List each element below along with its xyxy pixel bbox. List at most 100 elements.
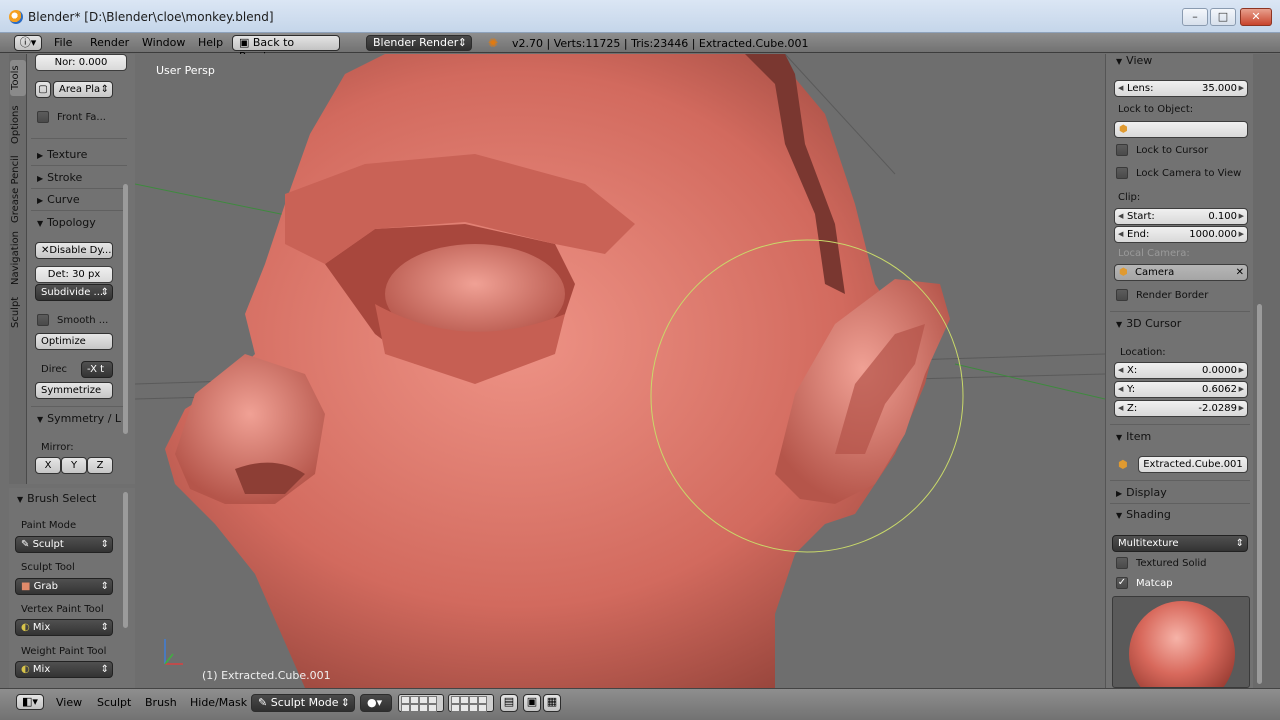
- paint-mode-select[interactable]: ✎ Sculpt ⇕: [15, 536, 113, 553]
- cursor-z-field[interactable]: ◀ Z: -2.0289 ▶: [1114, 400, 1248, 417]
- stroke-panel-header[interactable]: ▶ Stroke: [37, 171, 82, 184]
- texture-panel-header[interactable]: ▶ Texture: [37, 148, 87, 161]
- clip-start-field[interactable]: ◀ Start: 0.100 ▶: [1114, 208, 1248, 225]
- vertex-paint-tool-select[interactable]: ◐ Mix ⇕: [15, 619, 113, 636]
- lock-object-field[interactable]: ⬢: [1114, 121, 1248, 138]
- mirror-z-toggle[interactable]: Z: [87, 457, 113, 474]
- clear-x-icon[interactable]: ✕: [1236, 265, 1244, 280]
- shading-panel-header[interactable]: ▼ Shading: [1116, 508, 1171, 521]
- paint-mode-label: Paint Mode: [21, 520, 77, 531]
- tab-sculpt[interactable]: Sculpt: [10, 292, 26, 332]
- editor-type-button[interactable]: ◧▾: [16, 694, 44, 710]
- optimize-button[interactable]: Optimize: [35, 333, 113, 350]
- collapse-triangle-icon: ▼: [1116, 57, 1123, 66]
- select-arrows-icon: ⇕: [100, 664, 109, 675]
- menu-sculpt[interactable]: Sculpt: [97, 696, 131, 709]
- menu-brush[interactable]: Brush: [145, 696, 177, 709]
- tab-options[interactable]: Options: [10, 100, 26, 150]
- decrement-arrow-icon: ◀: [1118, 366, 1124, 374]
- weight-paint-tool-select[interactable]: ◐ Mix ⇕: [15, 661, 113, 678]
- render-border-checkbox[interactable]: [1116, 289, 1128, 301]
- tab-tools[interactable]: Tools: [10, 60, 26, 96]
- cursor-x-key: X:: [1127, 365, 1138, 376]
- weight-paint-tool-label: Weight Paint Tool: [21, 646, 107, 657]
- area-plane-icon: ▢: [35, 81, 51, 98]
- item-panel-header[interactable]: ▼ Item: [1116, 430, 1151, 443]
- subdivide-select[interactable]: Subdivide ... ⇕: [35, 284, 113, 301]
- opengl-render-button[interactable]: ▣: [523, 694, 541, 712]
- lens-field[interactable]: ◀ Lens: 35.000 ▶: [1114, 80, 1248, 97]
- menu-view[interactable]: View: [56, 696, 82, 709]
- close-button[interactable]: ✕: [1240, 8, 1272, 26]
- divider: [31, 210, 127, 211]
- layers-group-2[interactable]: [448, 694, 494, 712]
- collapse-triangle-icon: ▼: [37, 219, 44, 228]
- select-arrows-icon: ⇕: [457, 36, 467, 49]
- layers-group-1[interactable]: [398, 694, 444, 712]
- matcap-label: Matcap: [1136, 578, 1173, 589]
- item-name-field[interactable]: Extracted.Cube.001: [1138, 456, 1248, 473]
- collapse-triangle-icon: ▼: [1116, 433, 1123, 442]
- area-plane-select[interactable]: Area Pla ⇕: [53, 81, 113, 98]
- symmetrize-button[interactable]: Symmetrize: [35, 382, 113, 399]
- symmetry-panel-header[interactable]: ▼ Symmetry / L: [37, 412, 121, 425]
- detail-size-field[interactable]: Det: 30 px: [35, 266, 113, 283]
- view-panel-header[interactable]: ▼ View: [1116, 54, 1152, 67]
- topology-panel-header[interactable]: ▼ Topology: [37, 216, 96, 229]
- render-engine-select[interactable]: Blender Render ⇕: [366, 35, 472, 51]
- shading-mode-value: Multitexture: [1118, 538, 1179, 549]
- vertex-paint-tool-label: Vertex Paint Tool: [21, 604, 104, 615]
- tab-navigation[interactable]: Navigation: [10, 230, 26, 286]
- scene-stats: v2.70 | Verts:11725 | Tris:23446 | Extra…: [512, 37, 809, 50]
- menu-help[interactable]: Help: [198, 36, 223, 49]
- textured-solid-label: Textured Solid: [1136, 558, 1207, 569]
- shading-mode-select[interactable]: Multitexture ⇕: [1112, 535, 1248, 552]
- editor-type-button[interactable]: ⓘ▾: [14, 35, 42, 51]
- lock-camera-to-view-checkbox[interactable]: [1116, 167, 1128, 179]
- properties-scrollbar[interactable]: [1257, 304, 1262, 684]
- textured-solid-checkbox[interactable]: [1116, 557, 1128, 569]
- lock-layers-button[interactable]: ▤: [500, 694, 518, 712]
- menu-file[interactable]: File: [54, 36, 72, 49]
- clip-start-key: Start:: [1127, 211, 1155, 222]
- front-faces-checkbox[interactable]: [37, 111, 49, 123]
- menu-window[interactable]: Window: [142, 36, 185, 49]
- opengl-animation-button[interactable]: ▦: [543, 694, 561, 712]
- toolshelf-scrollbar[interactable]: [123, 184, 128, 434]
- clip-end-field[interactable]: ◀ End: 1000.000 ▶: [1114, 226, 1248, 243]
- cursor-x-field[interactable]: ◀ X: 0.0000 ▶: [1114, 362, 1248, 379]
- curve-panel-header[interactable]: ▶ Curve: [37, 193, 80, 206]
- local-camera-field[interactable]: ⬢ Camera ✕: [1114, 264, 1248, 281]
- minimize-button[interactable]: –: [1182, 8, 1208, 26]
- mode-value: Sculpt Mode: [270, 696, 339, 709]
- mirror-x-toggle[interactable]: X: [35, 457, 61, 474]
- mode-select[interactable]: ✎ Sculpt Mode ⇕: [251, 694, 355, 712]
- matcap-preview[interactable]: [1112, 596, 1250, 688]
- smooth-shading-checkbox[interactable]: [37, 314, 49, 326]
- window-titlebar: Blender* [D:\Blender\cloe\monkey.blend] …: [0, 0, 1280, 33]
- clip-end-value: 1000.000: [1189, 229, 1237, 240]
- menu-render[interactable]: Render: [90, 36, 129, 49]
- increment-arrow-icon: ▶: [1238, 366, 1244, 374]
- brush-select-header[interactable]: ▼ Brush Select: [17, 492, 96, 505]
- 3d-viewport[interactable]: User Persp (1) Extracted.Cube.001: [135, 54, 1105, 688]
- matcap-checkbox[interactable]: ✓: [1116, 577, 1128, 589]
- maximize-button[interactable]: □: [1210, 8, 1236, 26]
- brush-panel-scrollbar[interactable]: [123, 492, 128, 628]
- cursor-y-field[interactable]: ◀ Y: 0.6062 ▶: [1114, 381, 1248, 398]
- display-panel-header[interactable]: ▶ Display: [1116, 486, 1167, 499]
- back-to-previous-button[interactable]: ▣ Back to Previous: [232, 35, 340, 63]
- divider: [1110, 424, 1250, 425]
- tab-grease-pencil[interactable]: Grease Pencil: [10, 154, 26, 224]
- expand-triangle-icon: ▶: [37, 196, 44, 205]
- menu-hide-mask[interactable]: Hide/Mask: [190, 696, 247, 709]
- direction-select[interactable]: -X t: [81, 361, 113, 378]
- mirror-y-toggle[interactable]: Y: [61, 457, 87, 474]
- lock-to-cursor-checkbox[interactable]: [1116, 144, 1128, 156]
- normal-field[interactable]: Nor: 0.000: [35, 54, 127, 71]
- viewport-shading-select[interactable]: ●▾: [360, 694, 392, 712]
- disable-dyntopo-button[interactable]: ✕Disable Dy...: [35, 242, 113, 259]
- 3d-cursor-panel-header[interactable]: ▼ 3D Cursor: [1116, 317, 1181, 330]
- sculpt-tool-select[interactable]: ■ Grab ⇕: [15, 578, 113, 595]
- lens-key: Lens:: [1127, 83, 1154, 94]
